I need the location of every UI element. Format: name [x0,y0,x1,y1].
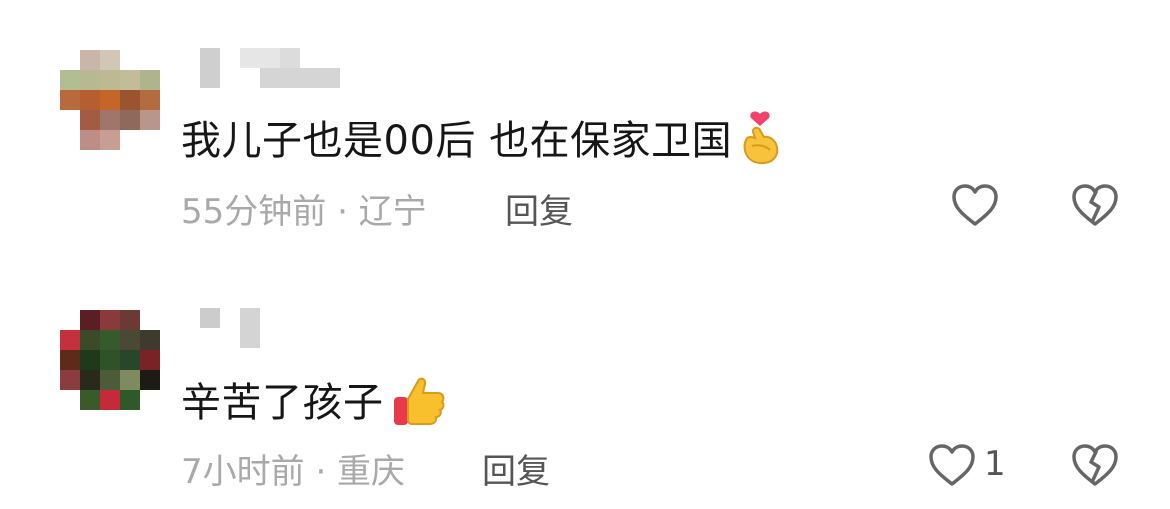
comment-text: 辛苦了孩子 [181,370,448,439]
dislike-broken-heart-icon[interactable] [1070,440,1120,492]
comment-text-content: 辛苦了孩子 [181,380,384,426]
like-count: 1 [984,444,1006,484]
finger-heart-icon [738,110,782,176]
dislike-button[interactable] [1070,180,1120,232]
comment-meta: 7小时前 · 重庆 [181,452,406,492]
comment-meta: 55分钟前 · 辽宁 [181,192,427,232]
like-button[interactable] [950,180,1000,232]
dislike-broken-heart-icon[interactable] [1070,180,1120,232]
thumbs-up-icon [390,371,448,439]
comment-text-content: 我儿子也是00后 也在保家卫国 [181,118,733,164]
like-heart-icon[interactable] [950,180,1000,232]
reply-button[interactable]: 回复 [482,444,550,493]
comment-item: 辛苦了孩子 7小时前 · 重庆 回复 1 [0,260,1170,509]
reply-button[interactable]: 回复 [505,184,573,233]
avatar[interactable] [60,50,160,150]
comment-item: 我儿子也是00后 也在保家卫国 55分钟前 · 辽宁 回复 [0,0,1170,260]
dislike-button[interactable] [1070,440,1120,492]
avatar[interactable] [60,310,160,410]
like-heart-icon[interactable] [927,440,977,492]
comment-text: 我儿子也是00后 也在保家卫国 [181,108,782,176]
like-button[interactable] [927,440,977,492]
